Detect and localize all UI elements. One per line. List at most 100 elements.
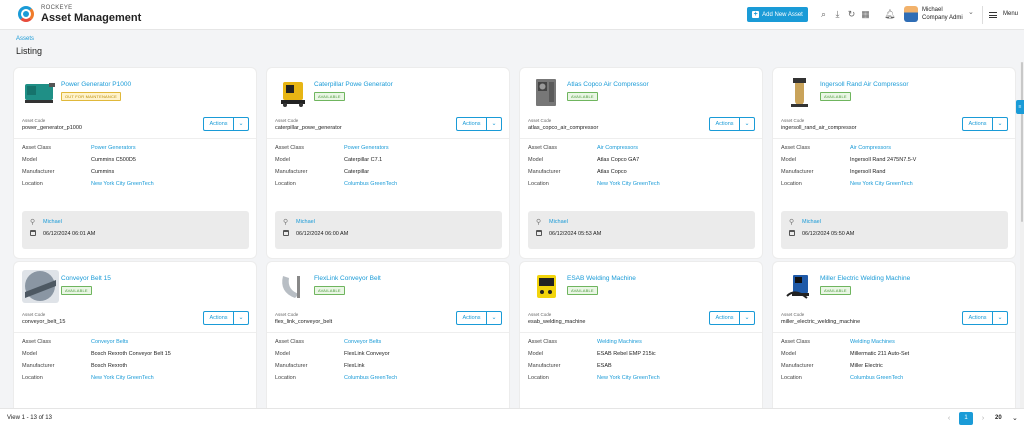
asset-class-value[interactable]: Conveyor Belts xyxy=(344,339,381,345)
asset-code-value: flex_link_conveyor_belt xyxy=(275,319,333,325)
asset-name-link[interactable]: ESAB Welding Machine xyxy=(567,275,636,282)
asset-class-label: Asset Class xyxy=(275,339,305,345)
asset-name-link[interactable]: Caterpillar Powe Generator xyxy=(314,81,393,88)
chevron-down-icon[interactable]: ⌄ xyxy=(993,312,1007,324)
asset-card[interactable]: Power Generator P1000 OUT FOR MAINTENANC… xyxy=(14,68,256,258)
asset-name-link[interactable]: FlexLink Conveyor Belt xyxy=(314,275,381,282)
actions-label[interactable]: Actions xyxy=(204,118,234,130)
location-value[interactable]: Columbus GreenTech xyxy=(344,181,397,187)
actions-label[interactable]: Actions xyxy=(710,312,740,324)
breadcrumb-assets[interactable]: Assets xyxy=(16,36,34,42)
actions-label[interactable]: Actions xyxy=(963,118,993,130)
actions-label[interactable]: Actions xyxy=(204,312,234,324)
calendar-icon xyxy=(283,230,289,236)
created-by-user[interactable]: Michael xyxy=(549,219,568,225)
next-page-icon[interactable]: › xyxy=(977,412,989,425)
search-icon[interactable]: ⌕ xyxy=(818,9,829,20)
asset-class-value[interactable]: Air Compressors xyxy=(597,145,638,151)
location-value[interactable]: New York City GreenTech xyxy=(91,375,154,381)
actions-dropdown[interactable]: Actions ⌄ xyxy=(203,311,249,325)
page-scrollbar-thumb[interactable] xyxy=(1021,62,1023,222)
chevron-down-icon[interactable]: ⌄ xyxy=(234,118,248,130)
actions-dropdown[interactable]: Actions ⌄ xyxy=(962,311,1008,325)
side-panel-toggle-icon[interactable]: ≡ xyxy=(1016,100,1024,114)
asset-class-value[interactable]: Welding Machines xyxy=(597,339,642,345)
asset-name-link[interactable]: Miller Electric Welding Machine xyxy=(820,275,910,282)
created-date: 06/12/2024 06:01 AM xyxy=(43,231,96,237)
manufacturer-label: Manufacturer xyxy=(22,363,55,369)
asset-class-value[interactable]: Power Generators xyxy=(91,145,136,151)
asset-class-label: Asset Class xyxy=(781,145,811,151)
location-value[interactable]: Columbus GreenTech xyxy=(344,375,397,381)
asset-card[interactable]: Atlas Copco Air Compressor AVAILABLE Ass… xyxy=(520,68,762,258)
calendar-icon[interactable]: ▦ xyxy=(860,9,871,20)
actions-dropdown[interactable]: Actions ⌄ xyxy=(709,117,755,131)
per-page-select[interactable]: 20 xyxy=(995,415,1002,421)
actions-label[interactable]: Actions xyxy=(963,312,993,324)
actions-label[interactable]: Actions xyxy=(457,312,487,324)
location-value[interactable]: New York City GreenTech xyxy=(850,181,913,187)
asset-card[interactable]: ESAB Welding Machine AVAILABLE Asset Cod… xyxy=(520,262,762,422)
user-icon: ⚲ xyxy=(789,219,795,226)
status-badge: AVAILABLE xyxy=(61,286,92,295)
asset-card[interactable]: Caterpillar Powe Generator AVAILABLE Ass… xyxy=(267,68,509,258)
actions-dropdown[interactable]: Actions ⌄ xyxy=(203,117,249,131)
location-value[interactable]: New York City GreenTech xyxy=(91,181,154,187)
actions-dropdown[interactable]: Actions ⌄ xyxy=(456,117,502,131)
chevron-down-icon[interactable]: ⌄ xyxy=(740,312,754,324)
location-label: Location xyxy=(22,375,43,381)
asset-class-label: Asset Class xyxy=(275,145,305,151)
app-title: Asset Management xyxy=(41,12,142,24)
card-footer: ⚲ Michael 06/12/2024 05:50 AM xyxy=(781,211,1008,249)
location-value[interactable]: New York City GreenTech xyxy=(597,375,660,381)
notification-bell-icon[interactable]: 🔔︎ xyxy=(884,9,895,20)
asset-code-label: Asset Code xyxy=(275,312,299,317)
page-button-current[interactable]: 1 xyxy=(959,412,973,425)
prev-page-icon[interactable]: ‹ xyxy=(943,412,955,425)
user-name[interactable]: Michael xyxy=(922,7,943,13)
user-avatar[interactable] xyxy=(904,6,918,22)
actions-dropdown[interactable]: Actions ⌄ xyxy=(709,311,755,325)
menu-label[interactable]: Menu xyxy=(1003,11,1018,17)
header-divider xyxy=(982,6,983,24)
created-by-user[interactable]: Michael xyxy=(43,219,62,225)
card-divider xyxy=(267,138,509,139)
model-value: Caterpillar C7.1 xyxy=(344,157,383,163)
asset-name-link[interactable]: Power Generator P1000 xyxy=(61,81,131,88)
asset-class-value[interactable]: Power Generators xyxy=(344,145,389,151)
created-date: 06/12/2024 05:53 AM xyxy=(549,231,602,237)
chevron-down-icon[interactable]: ⌄ xyxy=(487,312,501,324)
asset-card[interactable]: FlexLink Conveyor Belt AVAILABLE Asset C… xyxy=(267,262,509,422)
asset-card[interactable]: Conveyor Belt 15 AVAILABLE Asset Code co… xyxy=(14,262,256,422)
asset-name-link[interactable]: Atlas Copco Air Compressor xyxy=(567,81,649,88)
asset-name-link[interactable]: Ingersoll Rand Air Compressor xyxy=(820,81,909,88)
asset-code-label: Asset Code xyxy=(781,312,805,317)
asset-class-value[interactable]: Conveyor Belts xyxy=(91,339,128,345)
asset-card[interactable]: Ingersoll Rand Air Compressor AVAILABLE … xyxy=(773,68,1015,258)
chevron-down-icon[interactable]: ⌄ xyxy=(993,118,1007,130)
actions-dropdown[interactable]: Actions ⌄ xyxy=(456,311,502,325)
created-by-user[interactable]: Michael xyxy=(296,219,315,225)
download-icon[interactable]: ⤓ xyxy=(832,9,843,20)
manufacturer-value: Bosch Rexroth xyxy=(91,363,128,369)
actions-label[interactable]: Actions xyxy=(710,118,740,130)
asset-name-link[interactable]: Conveyor Belt 15 xyxy=(61,275,111,282)
chevron-down-icon[interactable]: ⌄ xyxy=(1012,414,1018,422)
actions-dropdown[interactable]: Actions ⌄ xyxy=(962,117,1008,131)
user-role[interactable]: Company Admi xyxy=(922,15,963,21)
add-new-asset-button[interactable]: + Add New Asset xyxy=(747,7,808,22)
actions-label[interactable]: Actions xyxy=(457,118,487,130)
asset-card[interactable]: Miller Electric Welding Machine AVAILABL… xyxy=(773,262,1015,422)
chevron-down-icon[interactable]: ⌄ xyxy=(234,312,248,324)
created-by-user[interactable]: Michael xyxy=(802,219,821,225)
chevron-down-icon[interactable]: ⌄ xyxy=(968,8,974,16)
asset-class-value[interactable]: Welding Machines xyxy=(850,339,895,345)
location-value[interactable]: Columbus GreenTech xyxy=(850,375,903,381)
asset-class-value[interactable]: Air Compressors xyxy=(850,145,891,151)
chevron-down-icon[interactable]: ⌄ xyxy=(740,118,754,130)
refresh-icon[interactable]: ↻ xyxy=(846,9,857,20)
hamburger-menu-icon[interactable] xyxy=(989,12,997,18)
chevron-down-icon[interactable]: ⌄ xyxy=(487,118,501,130)
manufacturer-label: Manufacturer xyxy=(528,169,561,175)
location-value[interactable]: New York City GreenTech xyxy=(597,181,660,187)
